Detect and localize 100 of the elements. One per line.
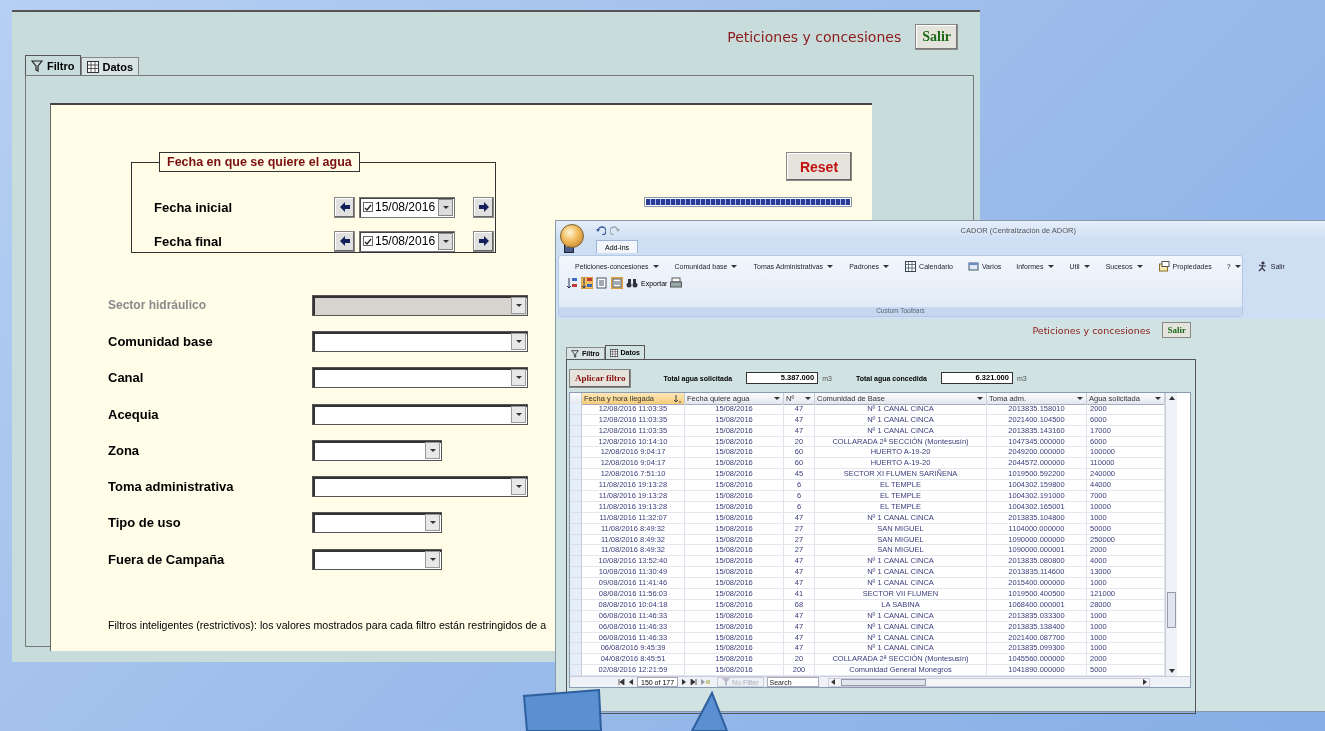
dropdown-field[interactable] [312, 476, 528, 498]
dropdown-field[interactable] [312, 403, 528, 425]
properties-icon [1158, 261, 1170, 272]
previous-record-icon[interactable] [628, 679, 634, 686]
apply-filter-button[interactable]: Aplicar filtro [569, 368, 632, 388]
hint-text: Filtros inteligentes (restrictivos): los valores mostrados para cada filtro están restringidos de a [108, 619, 547, 632]
row-selector[interactable] [570, 501, 582, 513]
dropdown-arrow-icon [976, 396, 984, 401]
dropdown-arrow-icon [882, 264, 891, 269]
sort-descending-icon[interactable] [581, 277, 593, 289]
row-selector[interactable] [570, 414, 582, 426]
date-picker[interactable]: 15/08/2016 [359, 196, 455, 218]
dropdown-arrow-icon [730, 264, 739, 269]
caret-icon [428, 520, 437, 526]
save-icon[interactable] [564, 243, 574, 253]
dropdown-arrow-icon [1076, 396, 1084, 401]
field-label: Zona [108, 442, 141, 458]
row-selector[interactable] [570, 512, 582, 524]
binoculars-icon[interactable] [626, 277, 638, 289]
row-selector[interactable] [570, 589, 582, 600]
scroll-thumb[interactable] [1167, 591, 1176, 628]
field-label: Toma administrativa [108, 479, 235, 495]
arrow-right-icon [477, 235, 490, 247]
row-selector[interactable] [570, 458, 582, 470]
checkbox[interactable] [363, 202, 373, 212]
dropdown-field[interactable] [312, 294, 528, 316]
dropdown-arrow-icon [651, 264, 660, 269]
caret-icon [428, 447, 437, 453]
row-selector[interactable] [570, 425, 582, 437]
row-selector[interactable] [570, 578, 582, 590]
row-selector[interactable] [570, 480, 582, 491]
next-date-button[interactable] [473, 196, 494, 218]
tab[interactable]: Filtro [25, 55, 81, 75]
arrow-right-icon [477, 201, 490, 213]
field-label: Fuera de Campaña [108, 551, 226, 567]
dropdown-field[interactable] [312, 512, 442, 534]
next-date-button[interactable] [473, 230, 494, 252]
tab[interactable]: Datos [80, 57, 140, 75]
window-icon [967, 261, 979, 272]
row-selector[interactable] [570, 491, 582, 502]
caret-icon [514, 375, 523, 381]
reset-button[interactable]: Reset [786, 152, 852, 181]
scroll-right-icon[interactable] [1142, 679, 1147, 686]
row-selector[interactable] [570, 556, 582, 568]
row-selector[interactable] [570, 610, 582, 622]
dropdown-arrow-icon [804, 396, 812, 401]
row-selector[interactable] [570, 567, 582, 579]
row-selector[interactable] [570, 599, 582, 611]
scroll-down-icon[interactable] [1168, 669, 1175, 674]
scroll-up-icon[interactable] [1168, 396, 1175, 400]
row-selector[interactable] [570, 654, 582, 666]
list-icon[interactable] [611, 277, 623, 289]
row-selector[interactable] [570, 545, 582, 557]
grid-icon [609, 348, 618, 357]
sort-icon [674, 394, 682, 403]
office-button[interactable] [560, 224, 584, 248]
row-selector[interactable] [570, 621, 582, 633]
field-label: Canal [108, 370, 145, 386]
previous-date-button[interactable] [334, 230, 355, 252]
printer-icon[interactable] [670, 277, 683, 289]
last-record-icon[interactable] [690, 679, 698, 686]
first-record-icon[interactable] [618, 679, 625, 686]
calendar-icon [905, 261, 917, 272]
scroll-thumb[interactable] [840, 678, 926, 686]
row-selector[interactable] [570, 643, 582, 655]
row-selector[interactable] [570, 523, 582, 535]
exit-button[interactable]: Salir [915, 23, 958, 50]
caret-icon [514, 302, 523, 308]
date-picker[interactable]: 15/08/2016 [359, 230, 455, 252]
checkbox[interactable] [363, 236, 373, 246]
select-all-corner[interactable] [570, 393, 582, 405]
figure-icon [1256, 261, 1268, 272]
form-title: Peticiones y concesiones [727, 28, 902, 45]
field-label: Fecha inicial [154, 199, 234, 215]
dropdown-field[interactable] [312, 367, 528, 389]
redo-icon[interactable] [610, 225, 620, 235]
row-selector[interactable] [570, 632, 582, 644]
dropdown-arrow-icon [1233, 264, 1242, 269]
row-selector[interactable] [570, 469, 582, 481]
row-selector[interactable] [570, 436, 582, 448]
sort-ascending-icon[interactable] [566, 277, 578, 289]
dropdown-field[interactable] [312, 439, 442, 461]
horizontal-scrollbar[interactable] [827, 677, 1150, 687]
dropdown-field[interactable] [312, 330, 528, 352]
field-label: Fecha final [154, 233, 223, 249]
caret-icon [514, 411, 523, 417]
scroll-left-icon[interactable] [830, 679, 835, 686]
exit-button[interactable]: Salir [1162, 322, 1191, 338]
next-record-icon[interactable] [681, 679, 688, 686]
row-selector[interactable] [570, 447, 582, 459]
row-selector[interactable] [570, 403, 582, 415]
row-selector[interactable] [570, 534, 582, 546]
row-selector[interactable] [570, 665, 582, 677]
previous-date-button[interactable] [334, 196, 355, 218]
field-label: Tipo de uso [108, 515, 182, 531]
document-icon[interactable] [596, 277, 608, 289]
dropdown-field[interactable] [312, 548, 442, 570]
field-label: Comunidad base [108, 333, 214, 349]
vertical-scrollbar[interactable] [1165, 393, 1177, 677]
undo-icon[interactable] [596, 225, 606, 235]
